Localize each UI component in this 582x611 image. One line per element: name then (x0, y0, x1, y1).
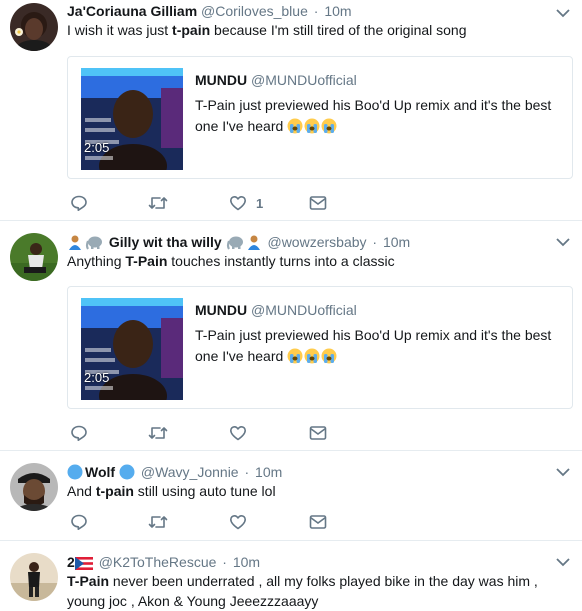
tweet-text: T-Pain never been underrated , all my fo… (67, 571, 572, 611)
quoted-text: T-Pain just previewed his Boo'd Up remix… (195, 95, 565, 137)
user-handle[interactable]: @Coriloves_blue (201, 3, 308, 19)
reply-icon (71, 514, 87, 530)
reply-button[interactable] (70, 512, 88, 532)
reply-icon (71, 195, 87, 211)
tweet-text-plain: still using auto tune lol (133, 483, 276, 499)
like-button[interactable]: 1 (229, 193, 263, 213)
quoted-display-name: MUNDU (195, 72, 248, 88)
display-name[interactable]: 2 (67, 554, 75, 570)
retweet-button[interactable] (148, 512, 168, 532)
chevron-down-icon[interactable] (556, 8, 570, 18)
retweet-button[interactable] (148, 193, 168, 213)
tweet-text-plain: I wish it was just (67, 22, 173, 38)
user-handle[interactable]: @Wavy_Jonnie (141, 464, 239, 480)
heart-icon (230, 426, 246, 441)
tweet-text: I wish it was just t-pain because I'm st… (67, 20, 567, 40)
like-count: 1 (256, 195, 264, 211)
like-button[interactable] (229, 512, 247, 532)
avatar[interactable] (10, 233, 58, 281)
tweet-text: Anything T-Pain touches instantly turns … (67, 251, 567, 271)
user-handle[interactable]: @wowzersbaby (267, 234, 366, 250)
quoted-text-body: T-Pain just previewed his Boo'd Up remix… (195, 327, 552, 364)
quoted-header: MUNDU @MUNDUofficial (195, 301, 357, 319)
envelope-icon (309, 515, 327, 529)
display-name[interactable]: Gilly wit tha willy (109, 234, 222, 250)
reply-button[interactable] (70, 193, 88, 213)
chevron-down-icon[interactable] (556, 557, 570, 567)
video-thumbnail[interactable]: 2:05 (81, 68, 183, 170)
tweet-header: Ja'Coriauna Gilliam @Coriloves_blue · 10… (67, 2, 352, 20)
video-duration: 2:05 (84, 370, 110, 385)
retweet-icon (148, 516, 168, 528)
tweet-header: Wolf @Wavy_Jonnie · 10m (67, 463, 282, 481)
separator-dot: · (222, 554, 227, 570)
video-thumbnail[interactable]: 2:05 (81, 298, 183, 400)
tweet[interactable]: Gilly wit tha willy @wowzersbaby · 10m A… (0, 221, 582, 451)
retweet-button[interactable] (148, 423, 168, 443)
direct-message-button[interactable] (309, 423, 327, 443)
video-duration: 2:05 (84, 140, 110, 155)
tweet-text-plain: touches instantly turns into a classic (167, 253, 395, 269)
timestamp[interactable]: 10m (233, 554, 260, 570)
reply-button[interactable] (70, 423, 88, 443)
tweet-header: 2 @K2ToTheRescue · 10m (67, 553, 260, 571)
chevron-down-icon[interactable] (556, 467, 570, 477)
separator-dot: · (372, 234, 378, 250)
separator-dot: · (244, 464, 250, 480)
direct-message-button[interactable] (309, 193, 327, 213)
tweet[interactable]: Ja'Coriauna Gilliam @Coriloves_blue · 10… (0, 0, 582, 221)
quoted-text: T-Pain just previewed his Boo'd Up remix… (195, 325, 565, 367)
quoted-tweet[interactable]: 2:05 MUNDU @MUNDUofficial T-Pain just pr… (67, 56, 573, 179)
envelope-icon (309, 426, 327, 440)
loudly-crying-face-emoji (321, 348, 337, 364)
tweet-text-highlight: T-Pain (125, 253, 168, 269)
tweet-text-highlight: t-pain (95, 483, 134, 499)
tweet-actions (67, 423, 367, 443)
loudly-crying-face-emoji (287, 118, 303, 134)
loudly-crying-face-emoji (304, 348, 320, 364)
tweet[interactable]: 2 @K2ToTheRescue · 10m T-Pain never been… (0, 541, 582, 611)
loudly-crying-face-emoji (321, 118, 337, 134)
loudly-crying-face-emoji (304, 118, 320, 134)
heart-icon (230, 515, 246, 530)
chevron-down-icon[interactable] (556, 237, 570, 247)
timestamp[interactable]: 10m (324, 3, 351, 19)
avatar[interactable] (10, 3, 58, 51)
envelope-icon (309, 196, 327, 210)
loudly-crying-face-emoji (287, 348, 303, 364)
tweet-text-plain: never been underrated , all my folks pla… (67, 573, 538, 609)
user-handle[interactable]: @K2ToTheRescue (99, 554, 217, 570)
tweet-text-highlight: T-Pain (67, 573, 110, 589)
like-button[interactable] (229, 423, 247, 443)
display-name[interactable]: Wolf (85, 464, 115, 480)
tweet-text: And t-pain still using auto tune lol (67, 481, 567, 501)
avatar[interactable] (10, 553, 58, 601)
display-name[interactable]: Ja'Coriauna Gilliam (67, 3, 197, 19)
timestamp[interactable]: 10m (255, 464, 282, 480)
quoted-display-name: MUNDU (195, 302, 248, 318)
quoted-text-body: T-Pain just previewed his Boo'd Up remix… (195, 97, 552, 134)
tweet-actions (67, 512, 367, 532)
tweet-text-highlight: t-pain (172, 22, 211, 38)
quoted-header: MUNDU @MUNDUofficial (195, 71, 357, 89)
tweet-text-plain: Anything (67, 253, 126, 269)
retweet-icon (148, 197, 168, 209)
quoted-tweet[interactable]: 2:05 MUNDU @MUNDUofficial T-Pain just pr… (67, 286, 573, 409)
quoted-handle: @MUNDUofficial (251, 302, 357, 318)
tweet-feed: Ja'Coriauna Gilliam @Coriloves_blue · 10… (0, 0, 582, 611)
retweet-icon (148, 427, 168, 439)
avatar[interactable] (10, 463, 58, 511)
tweet-actions: 1 (67, 193, 367, 213)
separator-dot: · (313, 3, 319, 19)
direct-message-button[interactable] (309, 512, 327, 532)
tweet-text-plain: And (67, 483, 96, 499)
reply-icon (71, 425, 87, 441)
timestamp[interactable]: 10m (383, 234, 410, 250)
tweet[interactable]: Wolf @Wavy_Jonnie · 10m And t-pain still… (0, 451, 582, 541)
quoted-handle: @MUNDUofficial (251, 72, 357, 88)
heart-icon (230, 196, 246, 211)
tweet-header: Gilly wit tha willy @wowzersbaby · 10m (67, 233, 410, 251)
tweet-text-plain: because I'm still tired of the original … (210, 22, 467, 38)
